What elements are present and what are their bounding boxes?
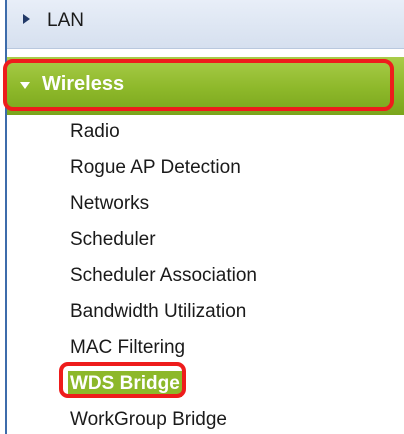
submenu-item-bandwidth-utilization[interactable]: Bandwidth Utilization: [70, 294, 257, 330]
submenu-item-scheduler-association[interactable]: Scheduler Association: [70, 258, 257, 294]
nav-item-lan-label: LAN: [47, 10, 84, 31]
triangle-right-icon: [23, 14, 30, 24]
wireless-submenu: Radio Rogue AP Detection Networks Schedu…: [68, 114, 257, 434]
submenu-item-scheduler[interactable]: Scheduler: [70, 222, 257, 258]
submenu-item-mac-filtering[interactable]: MAC Filtering: [70, 330, 257, 366]
triangle-down-icon: [20, 82, 30, 89]
navigation-tree: LAN Wireless Radio Rogue AP Detection Ne…: [0, 0, 404, 434]
nav-item-lan[interactable]: LAN: [7, 0, 404, 49]
submenu-item-rogue-ap-detection[interactable]: Rogue AP Detection: [70, 150, 257, 186]
submenu-item-wds-bridge[interactable]: WDS Bridge: [68, 366, 257, 402]
submenu-item-networks[interactable]: Networks: [70, 186, 257, 222]
submenu-item-radio[interactable]: Radio: [70, 114, 257, 150]
nav-item-wireless-label: Wireless: [42, 73, 125, 95]
submenu-item-workgroup-bridge[interactable]: WorkGroup Bridge: [70, 402, 257, 434]
